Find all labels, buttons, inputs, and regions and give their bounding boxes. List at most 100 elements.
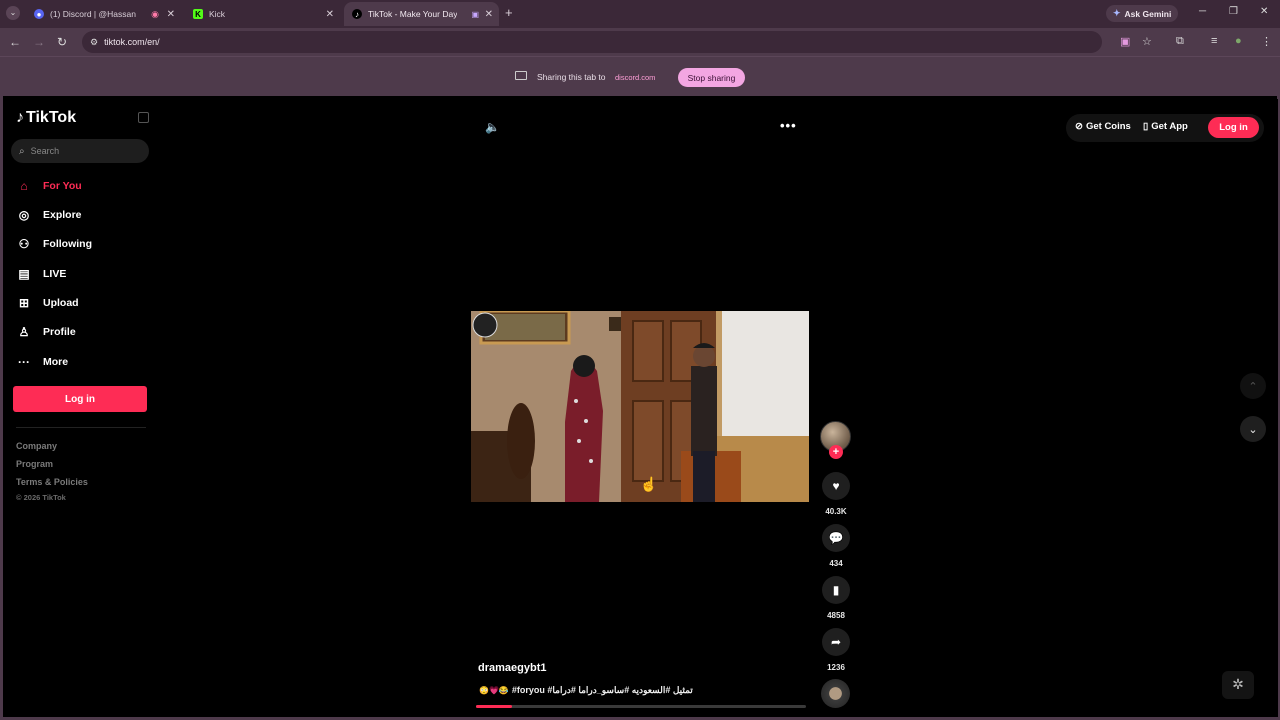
tiktok-logo[interactable]: ♪ TikTok [16,109,76,127]
caption-text: #foryou #تمثيل #السعوديه #ساسو_دراما #در… [511,685,693,695]
like-button[interactable]: ♥ [822,472,850,500]
close-window-icon[interactable]: ✕ [1260,6,1268,17]
comment-icon: 💬 [828,531,844,545]
screen-share-icon [515,71,527,80]
nav-more[interactable]: ··· More [16,352,68,372]
copyright-text: © 2026 TikTok [16,493,66,502]
stop-sharing-button[interactable]: Stop sharing [678,68,745,87]
nav-label: Upload [43,297,79,309]
video-username[interactable]: dramaegybt1 [478,662,546,674]
nav-following[interactable]: ⚇ Following [16,234,92,254]
footer-program-link[interactable]: Program [16,459,53,469]
chevron-up-icon: ⌃ [1248,380,1258,393]
minimize-icon[interactable]: ─ [1199,6,1206,17]
close-tab-icon[interactable]: ✕ [167,9,175,20]
search-icon: ⌕ [19,145,25,157]
nav-live[interactable]: ▤ LIVE [16,264,66,284]
blackbox-extension-icon[interactable]: ✲ [1222,671,1254,699]
follow-plus-icon[interactable]: + [829,445,843,459]
gemini-spark-icon: ✦ [1113,8,1121,18]
home-icon: ⌂ [20,179,28,193]
tab-search-icon[interactable]: ⌄ [6,6,20,20]
tab-title: TikTok - Make Your Day [368,9,458,19]
collapse-sidebar-icon[interactable] [138,112,149,123]
bookmark-icon: ▮ [832,583,840,597]
sharing-text: Sharing this tab to [537,72,606,82]
profile-avatar-icon[interactable]: ● [1235,35,1242,47]
close-tab-icon[interactable]: ✕ [485,9,493,20]
volume-icon[interactable]: 🔈 [485,120,500,134]
audio-recording-icon: ◉ [151,8,159,19]
nav-label: Following [43,238,92,250]
logo-text: TikTok [26,109,77,126]
compass-icon: ◎ [18,208,30,222]
next-video-button[interactable]: ⌄ [1240,416,1266,442]
get-app-button[interactable]: ▯ Get App [1143,121,1188,132]
forward-icon[interactable]: → [33,35,45,49]
nav-upload[interactable]: ⊞ Upload [16,293,79,313]
site-info-icon[interactable]: ⚙ [90,37,98,48]
media-controls-icon[interactable]: ≡ [1211,35,1217,47]
nav-profile[interactable]: ♙ Profile [16,322,76,342]
more-options-icon[interactable]: ••• [780,118,797,133]
music-disc[interactable] [821,679,850,708]
comment-button[interactable]: 💬 [822,524,850,552]
share-button[interactable]: ➦ [822,628,850,656]
previous-video-button[interactable]: ⌃ [1240,373,1266,399]
tab-discord[interactable]: ● (1) Discord | @Hassan ◉ ✕ [26,2,181,26]
phone-icon: ▯ [1143,121,1149,132]
share-count: 1236 [827,663,845,672]
get-coins-button[interactable]: ⊘ Get Coins [1075,121,1131,132]
video-caption: 😳💗😂 #foryou #تمثيل #السعوديه #ساسو_دراما… [479,685,693,696]
ask-gemini-button[interactable]: ✦ Ask Gemini [1106,5,1179,22]
nav-label: LIVE [43,268,67,280]
back-icon[interactable]: ← [9,35,21,49]
share-arrow-icon: ➦ [830,635,842,649]
menu-kebab-icon[interactable]: ⋮ [1261,35,1272,48]
nav-explore[interactable]: ◎ Explore [16,205,82,225]
video-player[interactable] [471,311,809,502]
address-bar[interactable]: ⚙ tiktok.com/en/ [82,31,1102,53]
new-tab-button[interactable]: + [505,5,513,20]
tab-title: (1) Discord | @Hassan [50,9,136,19]
following-icon: ⚇ [18,237,30,251]
sharing-site: discord.com [615,73,656,82]
screen-share-icon: ▣ [471,9,479,19]
video-progress-fill [476,705,513,708]
upload-icon: ⊞ [18,296,30,310]
sidebar-login-button[interactable]: Log in [13,386,147,412]
get-app-label: Get App [1151,121,1188,132]
browser-tab-bar: ⌄ ● (1) Discord | @Hassan ◉ ✕ K Kick ✕ ♪… [0,0,1280,28]
bookmark-star-icon[interactable]: ☆ [1142,35,1152,48]
live-icon: ▤ [18,267,30,281]
nav-label: For You [43,180,82,192]
close-tab-icon[interactable]: ✕ [326,9,334,20]
tab-sharing-bar: Sharing this tab to discord.com Stop sha… [0,56,1280,96]
browser-toolbar: ← → ↻ ⚙ tiktok.com/en/ ▣ ☆ ⧉ ≡ ● ⋮ [0,28,1280,56]
profile-icon: ♙ [18,325,30,339]
tab-tiktok[interactable]: ♪ TikTok - Make Your Day ▣ ✕ [344,2,499,26]
restore-icon[interactable]: ❐ [1229,6,1238,17]
search-input[interactable] [30,146,131,156]
footer-company-link[interactable]: Company [16,441,57,451]
heart-icon: ♥ [832,479,840,493]
chevron-down-icon: ⌄ [1248,423,1258,436]
save-count: 4858 [827,611,845,620]
footer-terms-link[interactable]: Terms & Policies [16,477,88,487]
kick-icon: K [193,9,203,19]
url-text[interactable]: tiktok.com/en/ [104,37,160,47]
search-box[interactable]: ⌕ [11,139,149,163]
video-progress-bar[interactable] [476,705,806,708]
more-icon: ··· [18,355,30,369]
reload-icon[interactable]: ↻ [57,35,67,49]
tab-kick[interactable]: K Kick ✕ [185,2,340,26]
ask-gemini-label: Ask Gemini [1124,8,1172,19]
save-button[interactable]: ▮ [822,576,850,604]
like-count: 40.3K [825,507,847,516]
nav-for-you[interactable]: ⌂ For You [16,176,82,196]
extensions-icon[interactable]: ⧉ [1176,35,1184,48]
cast-icon[interactable]: ▣ [1120,35,1130,48]
get-coins-label: Get Coins [1085,121,1131,132]
nav-label: Explore [43,209,82,221]
header-login-button[interactable]: Log in [1208,117,1259,138]
